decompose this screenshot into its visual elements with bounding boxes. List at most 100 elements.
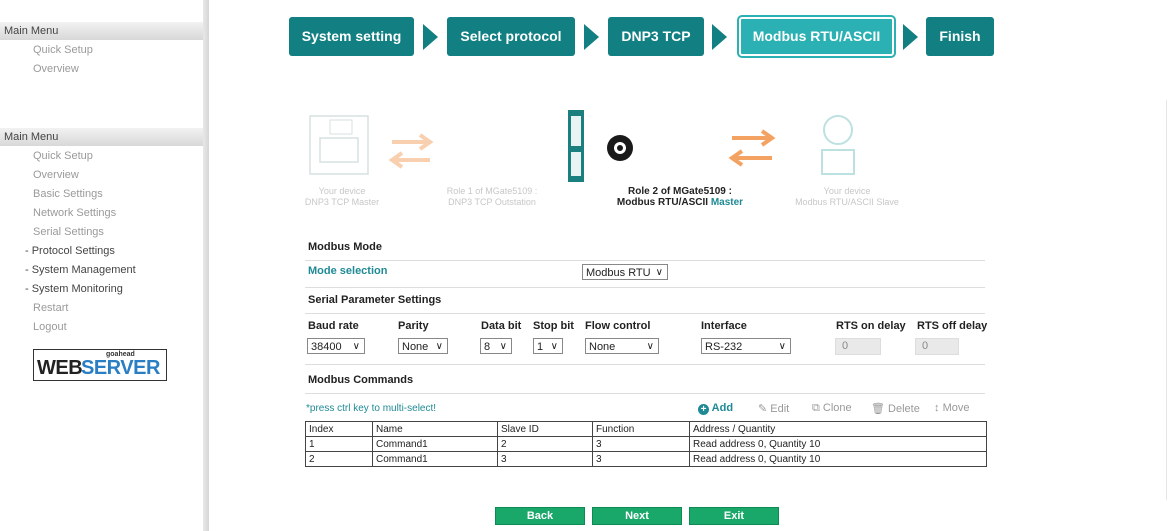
stop-bit-select[interactable]: 1 ∨ (533, 338, 563, 354)
baud-rate-label: Baud rate (308, 320, 359, 332)
webserver-logo: goahead WEB SERVER (33, 349, 167, 381)
mode-selection-label: Mode selection (308, 265, 388, 277)
rts-off-delay-field[interactable]: 0 (915, 338, 959, 355)
cell-slave-id: 2 (497, 436, 593, 452)
sidebar: Main Menu Quick Setup Overview Basic Set… (0, 124, 208, 531)
parity-label: Parity (398, 320, 429, 332)
col-name: Name (372, 421, 498, 437)
mgate-device-icon (568, 110, 584, 182)
wizard-step-select-protocol[interactable]: Select protocol (447, 17, 575, 56)
table-row[interactable]: 1 Command1 2 3 Read address 0, Quantity … (305, 436, 987, 452)
col-index: Index (305, 421, 373, 437)
chevron-down-icon: ∨ (435, 341, 443, 352)
wizard-arrow-icon (903, 24, 918, 50)
edit-button[interactable]: ✎ Edit (758, 402, 789, 415)
wizard-step-finish[interactable]: Finish (926, 17, 994, 56)
menu-item-system-monitoring[interactable]: - System Monitoring (25, 283, 123, 295)
flow-control-label: Flow control (585, 320, 651, 332)
cell-name: Command1 (372, 451, 498, 467)
menu-item-system-management[interactable]: - System Management (25, 264, 136, 276)
protocol-diagram (309, 110, 855, 182)
multi-select-hint: *press ctrl key to multi-select! (306, 403, 437, 414)
cell-name: Command1 (372, 436, 498, 452)
pc-device-icon (309, 115, 369, 175)
arrows-icon (728, 129, 776, 167)
menu-item-basic-settings[interactable]: Basic Settings (33, 188, 103, 200)
col-address-quantity: Address / Quantity (689, 421, 987, 437)
menu-item-restart[interactable]: Restart (33, 302, 68, 314)
role1-label: Role 1 of MGate5109 : DNP3 TCP Outstation (446, 186, 538, 207)
interface-select[interactable]: RS-232 ∨ (701, 338, 791, 354)
rts-on-delay-field[interactable]: 0 (835, 338, 881, 355)
menu-item-logout[interactable]: Logout (33, 321, 67, 333)
next-button[interactable]: Next (592, 507, 682, 525)
modbus-commands-title: Modbus Commands (308, 374, 414, 386)
chevron-down-icon: ∨ (778, 341, 786, 352)
gear-icon (607, 135, 633, 161)
clone-button[interactable]: ⧉ Clone (812, 402, 852, 415)
flowmeter-device-icon (821, 115, 855, 175)
flow-control-select[interactable]: None ∨ (585, 338, 659, 354)
main-menu-header[interactable]: Main Menu (0, 128, 203, 146)
interface-label: Interface (701, 320, 747, 332)
divider (305, 313, 985, 314)
device1-label: Your device DNP3 TCP Master (304, 186, 380, 207)
divider (305, 287, 985, 288)
clone-icon: ⧉ (812, 402, 820, 414)
data-bit-label: Data bit (481, 320, 522, 332)
cell-slave-id: 3 (497, 451, 593, 467)
divider (305, 393, 985, 394)
cell-function: 3 (592, 436, 690, 452)
menu-item-overview[interactable]: Overview (33, 169, 79, 181)
modbus-mode-title: Modbus Mode (308, 241, 382, 253)
wizard-arrow-icon (712, 24, 727, 50)
wizard-step-dnp3-tcp[interactable]: DNP3 TCP (608, 17, 704, 56)
baud-rate-select[interactable]: 38400 ∨ (307, 338, 365, 354)
chevron-down-icon: ∨ (352, 341, 360, 352)
arrows-icon (388, 133, 434, 169)
wizard-arrow-icon (423, 24, 438, 50)
wizard-step-modbus[interactable]: Modbus RTU/ASCII (739, 17, 894, 56)
menu-item-quick-setup[interactable]: Quick Setup (33, 44, 93, 56)
stop-bit-label: Stop bit (533, 320, 574, 332)
back-button[interactable]: Back (495, 507, 585, 525)
cell-index: 2 (305, 451, 373, 467)
menu-item-quick-setup[interactable]: Quick Setup (33, 150, 93, 162)
chevron-down-icon: ∨ (646, 341, 654, 352)
page-edge-divider (1166, 100, 1167, 500)
sidebar-top: Main Menu Quick Setup Overview (0, 10, 208, 75)
menu-item-network-settings[interactable]: Network Settings (33, 207, 116, 219)
table-row[interactable]: 2 Command1 3 3 Read address 0, Quantity … (305, 451, 987, 467)
pencil-icon: ✎ (758, 403, 768, 415)
col-function: Function (592, 421, 690, 437)
table-header-row: Index Name Slave ID Function Address / Q… (305, 421, 987, 437)
rts-on-delay-label: RTS on delay (836, 320, 906, 332)
mode-selection-select[interactable]: Modbus RTU ∨ (582, 264, 668, 280)
menu-item-serial-settings[interactable]: Serial Settings (33, 226, 104, 238)
chevron-down-icon: ∨ (499, 341, 507, 352)
divider (305, 364, 985, 365)
cell-address-quantity: Read address 0, Quantity 10 (689, 451, 987, 467)
wizard-step-system-setting[interactable]: System setting (289, 17, 414, 56)
chevron-down-icon: ∨ (655, 267, 663, 278)
cell-function: 3 (592, 451, 690, 467)
main-menu-header[interactable]: Main Menu (0, 22, 203, 40)
menu-item-protocol-settings[interactable]: - Protocol Settings (25, 245, 115, 257)
updown-arrow-icon: ↕ (934, 402, 940, 414)
add-button[interactable]: + Add (698, 402, 733, 415)
delete-button[interactable]: 🗑 Delete (871, 402, 920, 415)
serial-settings-title: Serial Parameter Settings (308, 294, 442, 306)
parity-select[interactable]: None ∨ (398, 338, 448, 354)
cell-index: 1 (305, 436, 373, 452)
menu-item-overview[interactable]: Overview (33, 63, 79, 75)
move-button[interactable]: ↕ Move (934, 402, 969, 414)
exit-button[interactable]: Exit (689, 507, 779, 525)
cell-address-quantity: Read address 0, Quantity 10 (689, 436, 987, 452)
divider (305, 260, 985, 261)
device2-label: Your device Modbus RTU/ASCII Slave (795, 186, 899, 207)
col-slave-id: Slave ID (497, 421, 593, 437)
data-bit-select[interactable]: 8 ∨ (480, 338, 512, 354)
chevron-down-icon: ∨ (550, 341, 558, 352)
plus-circle-icon: + (698, 404, 709, 415)
commands-table: Index Name Slave ID Function Address / Q… (305, 421, 987, 467)
